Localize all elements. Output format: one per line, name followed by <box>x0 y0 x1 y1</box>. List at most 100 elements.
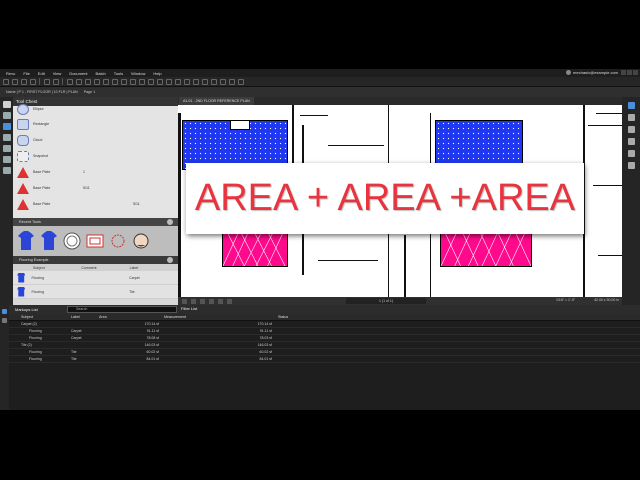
search-icon[interactable] <box>2 156 11 163</box>
document-name[interactable]: Name | P 1 - FIRST FLOOR | 10 FLR | PLAN <box>6 90 78 94</box>
markup-icon[interactable] <box>209 298 214 304</box>
properties-icon[interactable] <box>2 145 11 152</box>
sync-icon[interactable] <box>227 298 232 304</box>
tool-item-ellipse[interactable]: Ellipse <box>13 102 178 116</box>
shirt-icon[interactable] <box>40 231 58 251</box>
grid-icon[interactable] <box>182 298 187 304</box>
markup-group-row[interactable]: Carpet (2) 170.14 sf 170.14 sf <box>9 321 640 328</box>
gear-icon[interactable] <box>167 219 173 225</box>
face-icon[interactable] <box>132 231 150 251</box>
properties-icon[interactable] <box>627 102 635 109</box>
seal-icon[interactable] <box>63 231 81 251</box>
flooring-tool-row[interactable]: Flooring Tile <box>13 285 178 299</box>
column-subject[interactable]: Subject <box>9 315 71 319</box>
callout-icon[interactable] <box>157 78 163 85</box>
files-icon[interactable] <box>627 138 635 145</box>
drawing-canvas[interactable]: AREA + AREA +AREA <box>178 105 622 297</box>
markup-row[interactable]: Flooring Carpet 78.08 sf 78.03 sf <box>9 335 640 342</box>
bookmarks-icon[interactable] <box>2 112 11 119</box>
menu-batch[interactable]: Batch <box>96 71 106 76</box>
flooring-example-header[interactable]: Flooring Example <box>13 256 178 264</box>
redo-icon[interactable] <box>53 78 59 85</box>
layers-icon[interactable] <box>2 134 11 141</box>
column-label[interactable]: Label <box>71 315 99 319</box>
shirt-icon[interactable] <box>17 231 35 251</box>
tool-item-rectangle[interactable]: Rectangle <box>13 117 178 131</box>
column-measurement[interactable]: Measurement <box>161 315 275 319</box>
filter-list-button[interactable]: Filter List <box>181 306 197 311</box>
markup-group-row[interactable]: Tile (2) 146.03 sf 146.03 sf <box>9 342 640 349</box>
markup-row[interactable]: Flooring Tile 84.01 sf 84.01 sf <box>9 356 640 363</box>
open-icon[interactable] <box>12 78 18 85</box>
menu-file[interactable]: File <box>23 71 29 76</box>
markup-row[interactable]: Flooring Carpet 91.11 sf 91.11 sf <box>9 328 640 335</box>
rectangle-icon[interactable] <box>121 78 127 85</box>
new-icon[interactable] <box>3 78 9 85</box>
select-icon[interactable] <box>67 78 73 85</box>
tool-label: Tile <box>129 289 135 294</box>
reuse-icon[interactable] <box>218 298 223 304</box>
measure-icon[interactable] <box>627 126 635 133</box>
menu-document[interactable]: Document <box>69 71 87 76</box>
snapshot-icon[interactable] <box>202 78 208 85</box>
pen-icon[interactable] <box>85 78 91 85</box>
layers-icon[interactable] <box>627 114 635 121</box>
minimize-icon[interactable] <box>621 70 626 75</box>
cloud-icon[interactable] <box>148 78 154 85</box>
ellipse-icon[interactable] <box>130 78 136 85</box>
markup-label: Carpet <box>71 329 82 333</box>
menu-view[interactable]: View <box>53 71 62 76</box>
link-icon[interactable] <box>220 78 226 85</box>
eraser-icon[interactable] <box>238 78 244 85</box>
close-icon[interactable] <box>633 70 638 75</box>
save-icon[interactable] <box>21 78 27 85</box>
tool-item-base-plate[interactable]: Base Plate 5/11 <box>13 197 178 211</box>
arrow-icon[interactable] <box>112 78 118 85</box>
maximize-icon[interactable] <box>627 70 632 75</box>
tool-item-cloud[interactable]: Cloud <box>13 133 178 147</box>
flooring-tool-row[interactable]: Flooring Carpet <box>13 271 178 285</box>
document-tab[interactable]: A1.01 - 2ND FLOOR REFERENCE PLAN <box>179 97 254 105</box>
image-icon[interactable] <box>211 78 217 85</box>
count-icon[interactable] <box>193 78 199 85</box>
print-icon[interactable] <box>30 78 36 85</box>
sketch-icon[interactable] <box>229 78 235 85</box>
text-icon[interactable] <box>76 78 82 85</box>
user-account[interactable]: mechanic@example.com <box>566 70 618 75</box>
highlight-icon[interactable] <box>94 78 100 85</box>
content-icon[interactable] <box>200 298 205 304</box>
snap-icon[interactable] <box>191 298 196 304</box>
signature-icon[interactable] <box>627 162 635 169</box>
menu-edit[interactable]: Edit <box>38 71 45 76</box>
line-icon[interactable] <box>103 78 109 85</box>
markup-row[interactable]: Flooring Tile 60.02 sf 60.02 sf <box>9 349 640 356</box>
app-window: Revu File Edit View Document Batch Tools… <box>0 69 640 410</box>
links-icon[interactable] <box>2 318 7 323</box>
stamp-icon[interactable] <box>86 231 104 251</box>
undo-icon[interactable] <box>44 78 50 85</box>
studio-icon[interactable] <box>627 150 635 157</box>
menu-revu[interactable]: Revu <box>6 71 15 76</box>
gear-icon[interactable] <box>167 257 173 263</box>
menu-tools[interactable]: Tools <box>114 71 123 76</box>
tool-chest-icon[interactable] <box>2 123 11 130</box>
recent-tools-header[interactable]: Recent Tools <box>13 218 178 226</box>
search-input[interactable]: Search <box>67 306 177 313</box>
stamp-icon[interactable] <box>166 78 172 85</box>
page-navigator[interactable]: 1 (1 of 1) <box>346 298 426 304</box>
menu-help[interactable]: Help <box>153 71 161 76</box>
area-icon[interactable] <box>184 78 190 85</box>
measurements-icon[interactable] <box>2 167 11 174</box>
polygon-icon[interactable] <box>139 78 145 85</box>
tool-item-base-plate[interactable]: Base Plate 5/11 <box>13 181 178 195</box>
menu-window[interactable]: Window <box>131 71 145 76</box>
column-area[interactable]: Area <box>99 315 161 319</box>
tool-item-snapshot[interactable]: Snapshot <box>13 149 178 163</box>
flower-icon[interactable] <box>109 231 127 251</box>
markups-list-icon[interactable] <box>2 309 7 314</box>
page-selector[interactable]: Page 1 <box>84 90 95 94</box>
column-status[interactable]: Status <box>275 315 355 319</box>
thumbnails-icon[interactable] <box>2 101 11 108</box>
tool-item-base-plate[interactable]: Base Plate 1 <box>13 165 178 179</box>
measure-icon[interactable] <box>175 78 181 85</box>
